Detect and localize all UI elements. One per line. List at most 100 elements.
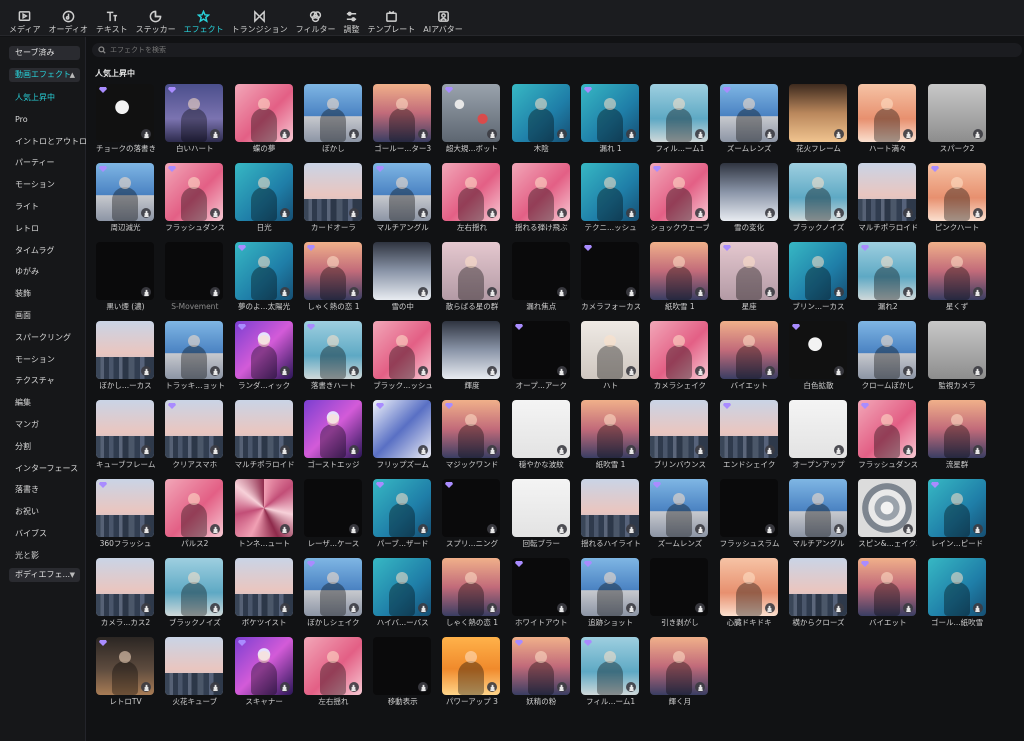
effect-tile[interactable]: カメラ...カス2 <box>96 558 155 637</box>
download-icon[interactable] <box>626 208 637 218</box>
effect-tile[interactable]: ズームレンズ <box>650 479 709 558</box>
effect-tile[interactable]: ピンクハート <box>927 163 987 242</box>
effect-tile[interactable]: カードオーラ <box>303 163 363 242</box>
effect-tile[interactable]: 紙吹雪 1 <box>581 400 640 479</box>
effect-tile[interactable]: しゃく熱の恋 1 <box>442 558 501 637</box>
effect-tile[interactable]: マルチポラロイド <box>858 163 917 242</box>
download-icon[interactable] <box>903 129 914 139</box>
effect-tile[interactable]: スキャナー <box>234 637 294 716</box>
sidebar-item[interactable]: ライト <box>15 202 39 212</box>
search-bar[interactable] <box>92 43 1022 57</box>
download-icon[interactable] <box>556 524 567 534</box>
effect-tile[interactable]: 超大規...ボット <box>442 84 501 163</box>
download-icon[interactable] <box>764 445 775 455</box>
effect-tile[interactable]: 移動表示 <box>373 637 432 716</box>
effect-tile[interactable]: 左右揺れ <box>442 163 501 242</box>
download-icon[interactable] <box>210 287 221 297</box>
download-icon[interactable] <box>626 366 637 376</box>
effect-tile[interactable]: 漏れ 1 <box>581 84 640 163</box>
download-icon[interactable] <box>418 129 429 139</box>
effect-tile[interactable]: 輝く月 <box>650 637 709 716</box>
effect-tile[interactable]: 花火フレーム <box>788 84 848 163</box>
download-icon[interactable] <box>972 603 983 613</box>
effect-tile[interactable]: ランダ...ィック <box>234 321 294 400</box>
download-icon[interactable] <box>418 208 429 218</box>
effect-tile[interactable]: オープ...アーク <box>511 321 571 400</box>
effect-tile[interactable]: 周辺減光 <box>96 163 155 242</box>
download-icon[interactable] <box>279 603 290 613</box>
download-icon[interactable] <box>903 603 914 613</box>
sidebar-item[interactable]: 光と影 <box>15 551 39 561</box>
sidebar-item[interactable]: テクスチャ <box>15 376 55 386</box>
effect-tile[interactable]: ぼかし <box>303 84 363 163</box>
effect-tile[interactable]: 左右揺れ <box>303 637 363 716</box>
effect-tile[interactable]: 日光 <box>234 163 294 242</box>
effect-tile[interactable]: フラッシュダンス <box>165 163 224 242</box>
download-icon[interactable] <box>348 287 359 297</box>
effect-tile[interactable]: ズームレンズ <box>719 84 779 163</box>
effect-tile[interactable]: マジックワンド <box>442 400 501 479</box>
download-icon[interactable] <box>972 445 983 455</box>
download-icon[interactable] <box>626 287 637 297</box>
download-icon[interactable] <box>695 287 706 297</box>
download-icon[interactable] <box>764 129 775 139</box>
effect-tile[interactable]: スプリ...ニング <box>442 479 501 558</box>
effect-tile[interactable]: カメラシェイク <box>650 321 709 400</box>
effect-tile[interactable]: カメラフォーカス <box>581 242 640 321</box>
effect-tile[interactable]: ハイバ...ーバス <box>373 558 432 637</box>
effect-tile[interactable]: しゃく熱の恋 1 <box>303 242 363 321</box>
download-icon[interactable] <box>487 603 498 613</box>
effect-tile[interactable]: エンドシェイク <box>719 400 779 479</box>
download-icon[interactable] <box>418 682 429 692</box>
sidebar-item[interactable]: 装飾 <box>15 289 31 299</box>
tool-media[interactable]: メディア <box>6 1 43 35</box>
effect-tile[interactable]: レトロTV <box>96 637 155 716</box>
tool-ai-avatar[interactable]: AIアバター <box>420 1 466 35</box>
download-icon[interactable] <box>695 129 706 139</box>
effect-tile[interactable]: クロームぼかし <box>858 321 917 400</box>
effect-tile[interactable]: 星座 <box>719 242 779 321</box>
effect-tile[interactable]: ゴール...紙吹雪 <box>927 558 987 637</box>
download-icon[interactable] <box>141 524 151 534</box>
effect-tile[interactable]: 木陰 <box>511 84 571 163</box>
effect-tile[interactable]: パルス2 <box>165 479 224 558</box>
effect-tile[interactable]: フラッシュダンス <box>858 400 917 479</box>
sidebar-item[interactable]: 落書き <box>15 485 39 495</box>
download-icon[interactable] <box>764 287 775 297</box>
tool-sticker[interactable]: ステッカー <box>133 1 179 35</box>
download-icon[interactable] <box>556 445 567 455</box>
effect-tile[interactable]: 揺れるハイライト <box>581 479 640 558</box>
effect-tile[interactable]: ブリン...ーカス <box>788 242 848 321</box>
download-icon[interactable] <box>695 208 706 218</box>
effect-tile[interactable]: スパーク2 <box>927 84 987 163</box>
effect-tile[interactable]: 白色拡散 <box>788 321 848 400</box>
tool-transition[interactable]: トランジション <box>229 1 291 35</box>
effect-tile[interactable]: 蝶の夢 <box>234 84 294 163</box>
download-icon[interactable] <box>903 287 914 297</box>
download-icon[interactable] <box>279 366 290 376</box>
download-icon[interactable] <box>141 603 151 613</box>
effect-tile[interactable]: 星くず <box>927 242 987 321</box>
effect-tile[interactable]: 追跡ショット <box>581 558 640 637</box>
effect-tile[interactable]: ハト <box>581 321 640 400</box>
sidebar-item[interactable]: ゆがみ <box>15 267 39 277</box>
download-icon[interactable] <box>210 208 221 218</box>
effect-tile[interactable]: 輝度 <box>442 321 501 400</box>
sidebar-item[interactable]: お祝い <box>15 507 39 517</box>
download-icon[interactable] <box>903 445 914 455</box>
effect-tile[interactable]: ぼかし...ーカス <box>96 321 155 400</box>
sidebar-item[interactable]: タイムラグ <box>15 246 54 256</box>
sidebar-item[interactable]: レトロ <box>15 224 39 234</box>
body-effects-category[interactable]: ボディエフェ... ▼ <box>9 568 80 582</box>
effect-tile[interactable]: レイン...ピード <box>927 479 987 558</box>
download-icon[interactable] <box>418 603 429 613</box>
download-icon[interactable] <box>141 129 151 139</box>
effect-tile[interactable]: 漏れ焦点 <box>511 242 571 321</box>
download-icon[interactable] <box>833 129 844 139</box>
download-icon[interactable] <box>833 366 844 376</box>
sidebar-item[interactable]: スパークリング <box>15 333 71 343</box>
download-icon[interactable] <box>487 682 498 692</box>
download-icon[interactable] <box>626 603 637 613</box>
download-icon[interactable] <box>972 129 983 139</box>
download-icon[interactable] <box>279 129 290 139</box>
